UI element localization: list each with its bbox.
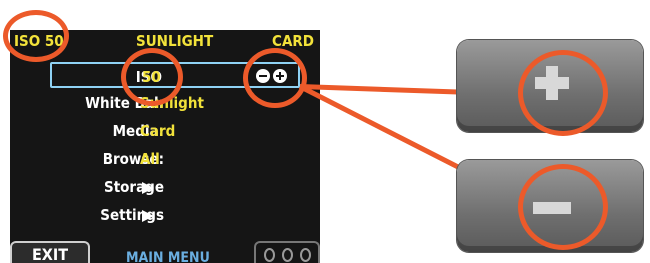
menu-item-settings[interactable]: Settings [50,202,300,228]
menu-item-label: Settings [100,206,164,224]
minus-button-highlight [518,164,608,250]
media-value: Card [140,122,176,140]
dial-icon[interactable] [254,241,320,263]
menu-item-storage[interactable]: Storage [50,174,300,200]
right-arrow-icon [142,182,154,194]
right-arrow-icon [142,210,154,222]
iso-status-highlight [3,10,69,62]
menu-item-media[interactable]: Media: Card [50,118,300,144]
iso-value-highlight [121,48,183,106]
exit-button[interactable]: EXIT [10,241,90,263]
main-menu-label: MAIN MENU [126,250,210,263]
stepper-highlight [243,48,307,108]
bottom-bar: EXIT MAIN MENU [10,239,320,263]
plus-button-highlight [518,50,608,136]
menu-item-browse[interactable]: Browse: All [50,146,300,172]
browse-value: All [140,150,160,168]
menu-item-label: Storage [103,178,164,196]
